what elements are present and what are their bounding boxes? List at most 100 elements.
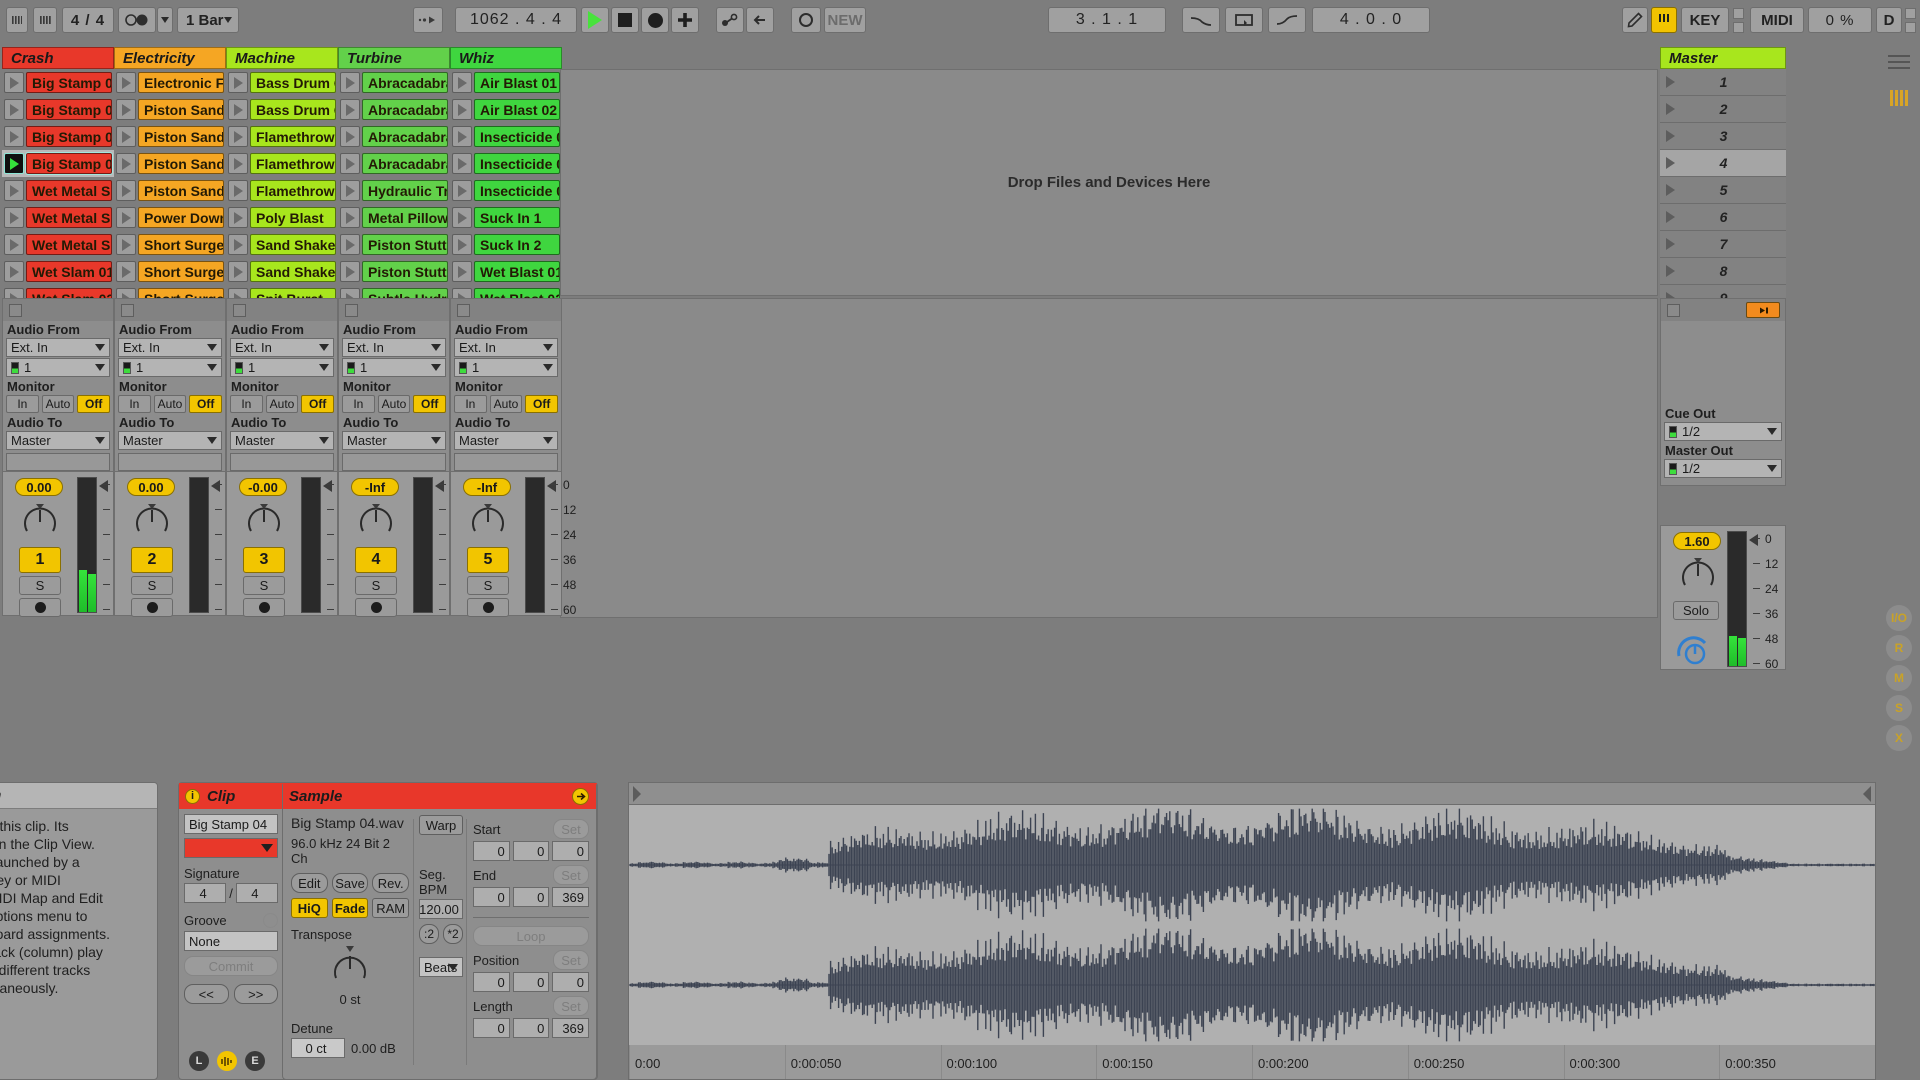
pan-knob[interactable] [357,502,395,540]
clip-launch-icon[interactable] [4,126,24,147]
track-activator-button[interactable]: 3 [243,547,285,573]
clip-title[interactable]: Piston Stutter 01 [362,234,448,255]
clip-slot[interactable]: Abracadabra 02 [338,96,450,123]
clip-slot[interactable]: Short Surge 02 [114,258,226,285]
arrangement-position-field[interactable]: 1062 . 4 . 4 [455,7,577,33]
monitor-in-button[interactable]: In [118,395,151,413]
master-crossfader-icon[interactable] [1675,630,1715,668]
track-header-crash[interactable]: Crash [2,47,114,69]
solo-button[interactable]: S [355,576,397,595]
clip-launch-icon[interactable] [4,234,24,255]
clip-slot[interactable]: Insecticide 03 [450,177,562,204]
clip-slot[interactable]: Short Surge 01 [114,231,226,258]
ram-button[interactable]: RAM [372,898,409,918]
envelope-e-icon[interactable]: E [245,1051,265,1071]
seg-bpm-field[interactable]: 120.00 [419,899,463,919]
start-set-button[interactable]: Set [553,819,589,839]
clip-title[interactable]: Short Surge 01 [138,234,224,255]
end-value-2[interactable]: 369 [552,887,589,907]
clip-launch-icon[interactable] [452,153,472,174]
loop-switch-icon[interactable] [1225,7,1263,33]
clip-title[interactable]: Wet Slam 01 [26,261,112,282]
clip-slot[interactable]: Piston Sand Bla [114,96,226,123]
clip-launch-icon[interactable] [116,261,136,282]
pan-knob[interactable] [21,502,59,540]
clip-title[interactable]: Wet Blast 01 [474,261,560,282]
clip-slot[interactable]: Air Blast 02 [450,96,562,123]
clip-title[interactable]: Flamethrow 01 [250,126,336,147]
monitor-auto-button[interactable]: Auto [42,395,75,413]
tap-tempo-icon[interactable] [6,7,28,33]
clip-slot[interactable]: Hydraulic Trans [338,177,450,204]
clip-title[interactable]: Suck In 1 [474,207,560,228]
groove-select[interactable]: None [184,931,278,951]
prev-clip-button[interactable]: << [184,984,229,1004]
audio-from-select[interactable]: Ext. In [342,338,446,357]
detune-field[interactable]: 0 ct [291,1038,345,1058]
clip-launch-icon[interactable] [4,72,24,93]
volume-display[interactable]: -Inf [351,478,399,496]
scene-launch-icon[interactable] [1666,184,1675,196]
clip-slot[interactable]: Abracadabra 01 [338,69,450,96]
new-button[interactable]: NEW [824,7,866,33]
clip-title[interactable]: Suck In 2 [474,234,560,255]
clip-title[interactable]: Piston Sand Bla [138,126,224,147]
solo-button[interactable]: S [131,576,173,595]
metronome-icon[interactable] [33,7,57,33]
loop-start-field[interactable]: 3 . 1 . 1 [1048,7,1166,33]
clip-title[interactable]: Power Down [138,207,224,228]
clip-title[interactable]: Wet Metal Slam [26,207,112,228]
clip-title[interactable]: Piston Sand Bla [138,180,224,201]
monitor-in-button[interactable]: In [342,395,375,413]
unfold-arrow-icon[interactable] [572,788,589,805]
length-value-2[interactable]: 369 [552,1018,589,1038]
monitor-off-button[interactable]: Off [413,395,446,413]
warp-button[interactable]: Warp [419,815,463,835]
audio-from-select[interactable]: Ext. In [230,338,334,357]
hiq-button[interactable]: HiQ [291,898,328,918]
master-volume-display[interactable]: 1.60 [1673,532,1721,550]
clip-title[interactable]: Poly Blast [250,207,336,228]
track-activator-button[interactable]: 1 [19,547,61,573]
scene-row[interactable]: 1 [1660,69,1786,96]
scene-launch-icon[interactable] [1666,157,1675,169]
clip-slot[interactable]: Piston Stutter 01 [338,231,450,258]
clip-title[interactable]: Insecticide 03 [474,180,560,201]
automation-arm-icon[interactable] [716,7,744,33]
clip-slot[interactable]: Suck In 2 [450,231,562,258]
audio-to-channel-select[interactable] [230,453,334,471]
monitor-off-button[interactable]: Off [301,395,334,413]
clip-launch-icon[interactable] [116,234,136,255]
crossfader-toggle-icon[interactable]: X [1886,725,1912,751]
clip-title[interactable]: Sand Shaker 01 [250,234,336,255]
session-view-selector-icon[interactable] [1886,85,1912,111]
groove-commit-button[interactable]: Commit [184,956,278,976]
arm-record-button[interactable] [467,598,509,617]
computer-midi-keyboard-icon[interactable] [1651,7,1677,33]
clip-title[interactable]: Piston Sand Bla [138,153,224,174]
clip-title[interactable]: Flamethrow 03 [250,180,336,201]
cue-out-select[interactable]: 1/2 [1664,422,1782,441]
clip-slot[interactable]: Big Stamp 02 [2,96,114,123]
end-value-1[interactable]: 0 [513,887,550,907]
clip-slot[interactable]: Piston Sand Bla [114,150,226,177]
clip-slot[interactable]: Wet Metal Slam [2,231,114,258]
monitor-auto-button[interactable]: Auto [490,395,523,413]
clip-slot[interactable]: Wet Slam 01 [2,258,114,285]
record-icon[interactable] [641,7,669,33]
scene-row[interactable]: 3 [1660,123,1786,150]
clip-launch-icon[interactable] [116,207,136,228]
clip-title[interactable]: Hydraulic Trans [362,180,448,201]
scene-launch-icon[interactable] [1666,76,1675,88]
audio-from-channel-select[interactable]: 1 [230,358,334,377]
clip-title[interactable]: Abracadabra 01 [362,72,448,93]
start-value-0[interactable]: 0 [473,841,510,861]
empty-device-area[interactable] [560,298,1658,618]
clip-slot[interactable]: Wet Metal Slam [2,204,114,231]
follow-icon[interactable] [118,7,156,33]
sample-edit-button[interactable]: Edit [291,873,328,893]
clip-slot[interactable]: Sand Shaker 02 [226,258,338,285]
audio-from-select[interactable]: Ext. In [454,338,558,357]
clip-slot[interactable]: Abracadabra 03 [338,123,450,150]
loop-button[interactable]: Loop [473,926,589,946]
